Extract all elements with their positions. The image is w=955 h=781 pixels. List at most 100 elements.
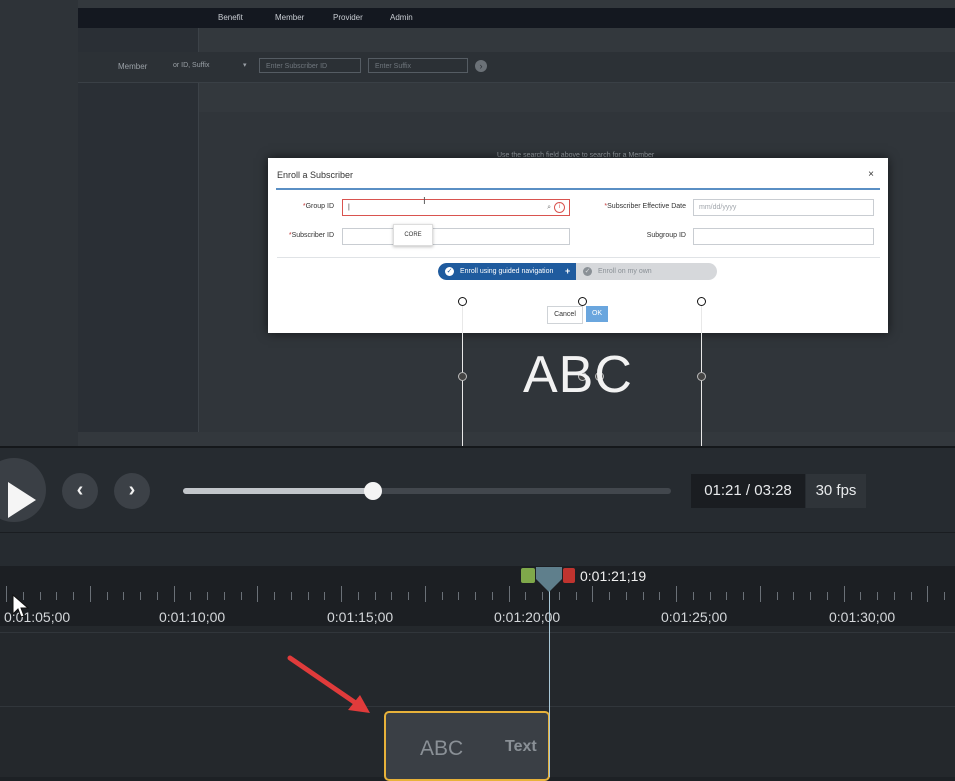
text-callout[interactable]: ABC (523, 345, 633, 405)
playhead-out-marker[interactable] (563, 568, 575, 583)
ruler-tick (173, 586, 175, 602)
ruler-tick (491, 592, 493, 600)
resize-handle-middle-right[interactable] (697, 372, 706, 381)
resize-handle-top-center[interactable] (578, 297, 587, 306)
ruler-tick (877, 592, 878, 600)
resize-handle-top-right[interactable] (697, 297, 706, 306)
ruler-label: 0:01:10;00 (159, 609, 226, 625)
ruler-tick (357, 592, 359, 600)
ruler-tick (408, 592, 409, 600)
ruler-tick (826, 592, 828, 600)
ruler-tick (910, 592, 912, 600)
ruler-tick (860, 592, 862, 600)
text-cursor: | (348, 204, 350, 211)
timeline-toolbar-strip (0, 532, 955, 567)
track-divider (0, 632, 955, 633)
ruler-tick (893, 592, 895, 600)
info-icon: i (554, 202, 565, 213)
scrub-bar-progress (183, 488, 374, 494)
recorded-app-side-panel (78, 28, 199, 432)
ruler-tick (140, 592, 141, 600)
ruler-tick (324, 592, 326, 600)
ruler-tick (743, 592, 744, 600)
ruler-tick (240, 592, 242, 600)
search-select: or ID, Suffix (173, 62, 210, 69)
ruler-tick (793, 592, 795, 600)
mouse-pointer-icon (12, 594, 30, 618)
time-readout: 01:21 / 03:28 (691, 474, 805, 508)
play-button[interactable] (0, 458, 46, 522)
recorded-app-top-nav: Benefit Member Provider Admin (78, 8, 955, 28)
ruler-tick (709, 592, 711, 600)
recorded-app-search-bar: Member or ID, Suffix ▾ Enter Subscriber … (78, 52, 955, 83)
effective-date-input[interactable]: mm/dd/yyyy (693, 199, 874, 216)
ruler-ticks (0, 586, 955, 606)
ruler-tick (475, 592, 476, 600)
timeline-clip-text[interactable]: ABC Text (384, 711, 550, 781)
ruler-tick (659, 592, 661, 600)
nav-item-admin: Admin (390, 13, 413, 22)
close-icon[interactable]: × (868, 169, 874, 180)
ruler-label: 0:01:30;00 (829, 609, 896, 625)
ruler-tick (56, 592, 58, 600)
cancel-button[interactable]: Cancel (547, 306, 583, 324)
ruler-tick (223, 592, 225, 600)
nav-item-benefit: Benefit (218, 13, 243, 22)
ruler-label: 0:01:20;00 (494, 609, 561, 625)
ruler-tick (843, 586, 845, 602)
ruler-tick (156, 592, 158, 600)
ruler-tick (106, 592, 108, 600)
enroll-guided-option[interactable]: ✓ Enroll using guided navigation + (438, 263, 576, 280)
ruler-tick (558, 592, 560, 600)
resize-handle-top-left[interactable] (458, 297, 467, 306)
group-suggestion-item[interactable]: CORE (393, 224, 433, 246)
ruler-tick (307, 592, 309, 600)
resize-handle-middle-left[interactable] (458, 372, 467, 381)
ruler-tick (642, 592, 644, 600)
ruler-tick (810, 592, 811, 600)
scrub-bar-knob[interactable] (364, 482, 383, 500)
fps-readout[interactable]: 30 fps (806, 474, 866, 508)
ruler-tick (609, 592, 610, 600)
ok-button[interactable]: OK (586, 306, 608, 322)
effective-date-label: *Subscriber Effective Date (604, 203, 686, 210)
video-preview-canvas[interactable]: Benefit Member Provider Admin Member or … (0, 0, 955, 446)
subscriber-search-input: Enter Subscriber ID (259, 58, 361, 73)
ruler-tick (592, 586, 594, 602)
chevron-down-icon: ▾ (243, 62, 247, 69)
subgroup-id-input[interactable] (693, 228, 874, 245)
enroll-own-label: Enroll on my own (598, 268, 652, 275)
dialog-title-rule (276, 188, 880, 190)
check-icon: ✓ (583, 267, 592, 276)
group-id-input[interactable]: | ⌕ i (342, 199, 570, 216)
play-icon (8, 482, 36, 518)
chevron-right-icon: › (128, 479, 136, 501)
playhead-time: 0:01:21;19 (580, 568, 647, 584)
scrub-bar[interactable] (183, 482, 671, 500)
previous-frame-button[interactable]: ‹ (62, 473, 98, 509)
ibeam-cursor-icon: I (423, 196, 426, 207)
playhead-in-marker[interactable] (521, 568, 535, 583)
ruler-tick (441, 592, 443, 600)
subscriber-id-input[interactable] (342, 228, 570, 245)
playhead-handle[interactable] (534, 567, 564, 592)
clip-type-label: Text (505, 738, 537, 755)
ruler-tick (692, 592, 694, 600)
ruler-tick (374, 592, 376, 600)
ruler-tick (207, 592, 208, 600)
ruler-tick (73, 592, 74, 600)
search-label: Member (118, 62, 148, 71)
timeline-ruler[interactable]: 0:01:05;00 0:01:10;00 0:01:15;00 0:01:20… (0, 566, 955, 626)
ruler-tick (944, 592, 945, 600)
dialog-title: Enroll a Subscriber (277, 170, 354, 180)
enroll-own-option[interactable]: ✓ Enroll on my own (578, 263, 717, 280)
nav-item-provider: Provider (333, 13, 363, 22)
recorded-app-left-area (0, 0, 78, 446)
plus-icon: + (565, 266, 571, 276)
track-divider (0, 706, 955, 707)
ruler-label: 0:01:15;00 (327, 609, 394, 625)
ruler-tick (123, 592, 125, 600)
ruler-tick (508, 586, 510, 602)
next-frame-button[interactable]: › (114, 473, 150, 509)
ruler-tick (6, 586, 7, 602)
